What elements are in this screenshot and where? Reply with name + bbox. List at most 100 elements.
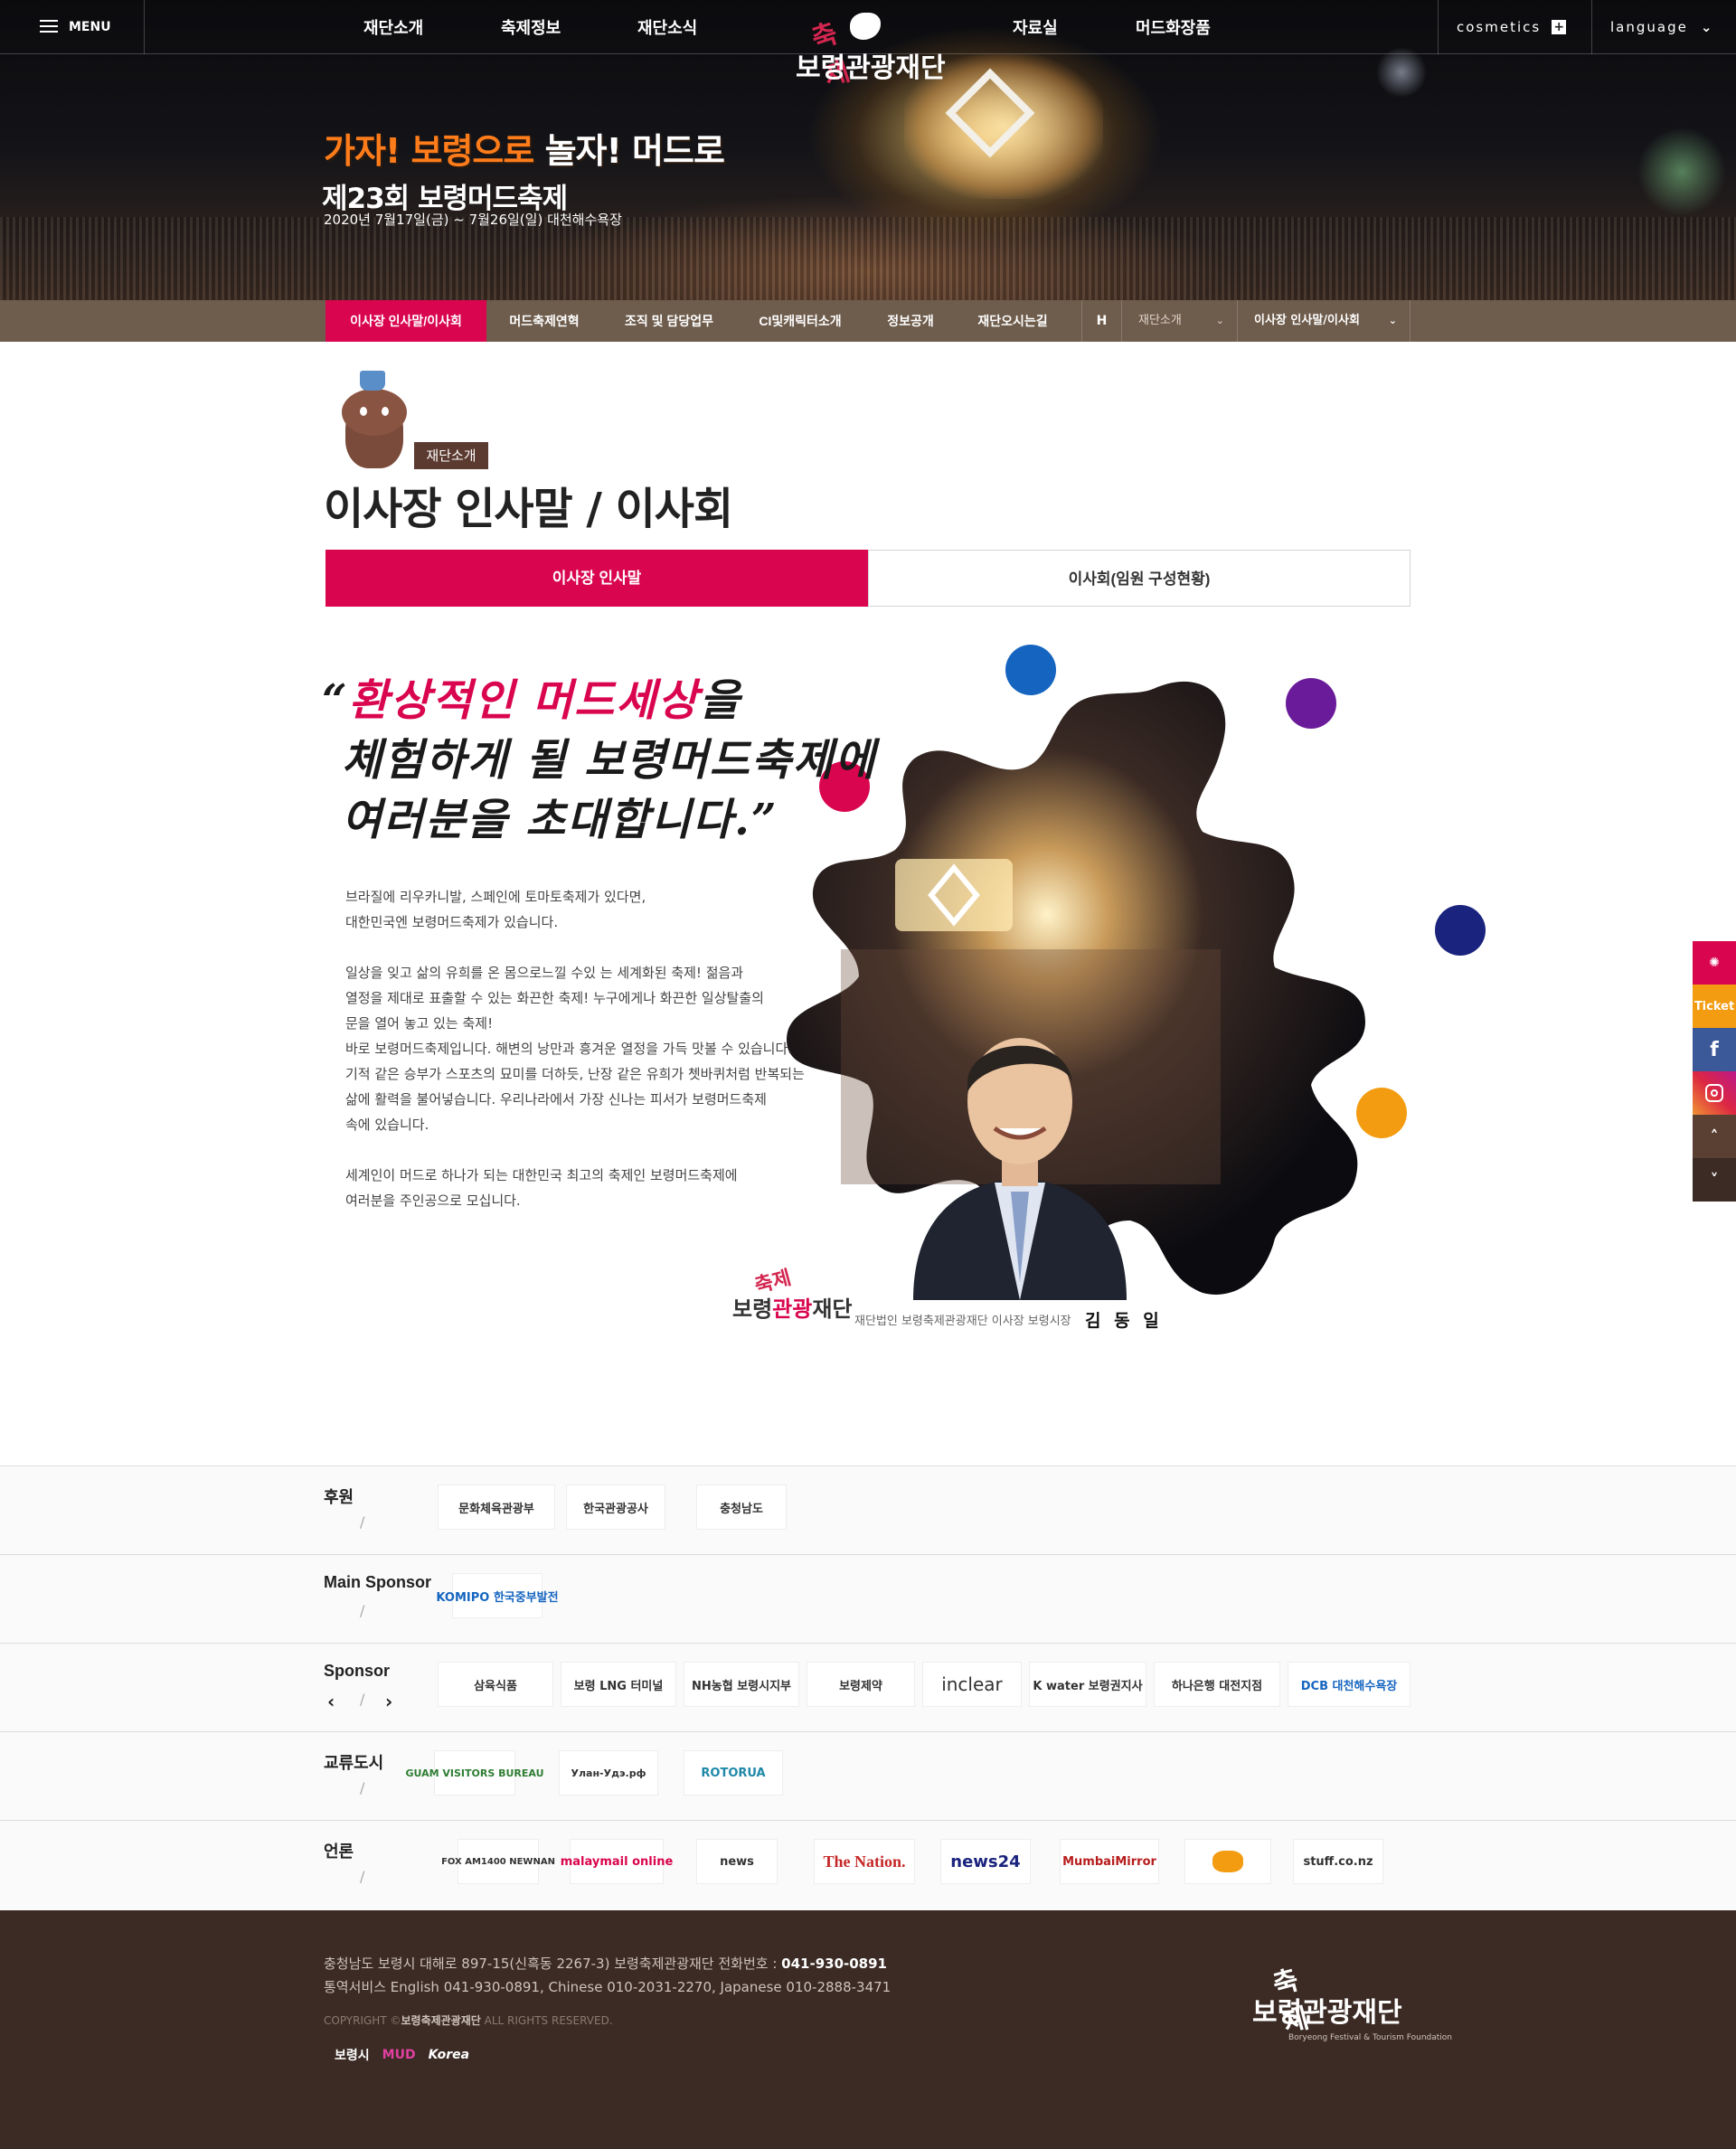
slogan-part-a: 가자! 보령으로: [324, 131, 545, 171]
sign-logo-b: 관광: [772, 1296, 813, 1322]
subnav-item-ci[interactable]: CI및캐릭터소개: [736, 300, 864, 342]
footer-partner-logos: 보령시 MUD Korea: [335, 2046, 469, 2064]
sponsor-logo[interactable]: MumbaiMirror: [1060, 1839, 1159, 1884]
menu-button[interactable]: MENU: [0, 0, 145, 54]
quote-line1-rest: 을: [699, 675, 741, 726]
footer-address-text: 충청남도 보령시 대해로 897-15(신흑동 2267-3) 보령축제관광재단…: [324, 1956, 782, 1972]
sponsor-logo[interactable]: K water 보령권지사: [1029, 1662, 1146, 1707]
sponsor-logo[interactable]: The Nation.: [814, 1839, 915, 1884]
row-divider: /: [360, 1779, 365, 1796]
quote-line3: 여러분을 초대합니다.: [342, 795, 751, 845]
sponsor-row-label: Main Sponsor: [324, 1573, 432, 1591]
hero-festival-date: 2020년 7월17일(금) ~ 7월26일(일) 대천해수욕장: [324, 212, 622, 228]
footer-address: 충청남도 보령시 대해로 897-15(신흑동 2267-3) 보령축제관광재단…: [324, 1952, 891, 1999]
copy-c: ALL RIGHTS RESERVED.: [480, 2014, 613, 2027]
subnav-item-greeting[interactable]: 이사장 인사말/이사회: [326, 300, 486, 342]
breadcrumb-depth2-label: 이사장 인사말/이사회: [1254, 314, 1360, 327]
breadcrumb-depth1[interactable]: 재단소개 ⌄: [1121, 300, 1237, 342]
footer-phone: 041-930-0891: [781, 1956, 887, 1972]
plus-icon: +: [1552, 20, 1567, 34]
letter-paragraph: 브라질에 리우카니발, 스페인에 토마토축제가 있다면, 대한민국엔 보령머드축…: [345, 889, 646, 930]
sponsor-row-main: Main Sponsor / KOMIPO 한국중부발전: [0, 1554, 1736, 1643]
home-icon[interactable]: H: [1081, 300, 1121, 342]
sponsor-logo[interactable]: 충청남도: [696, 1485, 787, 1530]
greeting-quote: “환상적인 머드세상을 체험하게 될 보령머드축제에 여러분을 초대합니다.”: [322, 671, 876, 850]
sponsor-logo[interactable]: malaymail online: [561, 1839, 673, 1884]
sponsor-logo[interactable]: [1184, 1839, 1271, 1884]
breadcrumb-depth2[interactable]: 이사장 인사말/이사회 ⌄: [1237, 300, 1410, 342]
sponsor-logo[interactable]: stuff.co.nz: [1293, 1839, 1383, 1884]
sign-logo-a: 보령: [732, 1296, 773, 1322]
scroll-up-button[interactable]: ˄: [1693, 1115, 1736, 1158]
sponsor-logo[interactable]: FOX AM1400 NEWNAN: [441, 1839, 555, 1884]
tab-board[interactable]: 이사회(임원 구성현황): [868, 550, 1410, 607]
sponsor-logo[interactable]: ROTORUA: [684, 1750, 783, 1796]
sponsor-prev-button[interactable]: ‹: [327, 1691, 335, 1712]
copy-b: 보령축제관광재단: [401, 2014, 481, 2027]
sub-navigation: 이사장 인사말/이사회 머드축제연혁 조직 및 담당업무 CI및캐릭터소개 정보…: [0, 300, 1736, 342]
footer-interpret: 통역서비스 English 041-930-0891, Chinese 010-…: [324, 1979, 892, 1995]
page-title: 이사장 인사말 / 이사회: [324, 484, 733, 534]
quote-open: “: [322, 675, 349, 726]
sponsor-row-label: 교류도시: [324, 1754, 384, 1772]
hero-slogan: 가자! 보령으로 놀자! 머드로: [324, 123, 725, 173]
quote-line2: 체험하게 될 보령머드축제에: [342, 735, 877, 786]
sponsor-logo[interactable]: 보령제약: [807, 1662, 915, 1707]
quote-emphasis: 환상적인 머드세상: [348, 675, 700, 726]
chairman-photo: [913, 1038, 1127, 1300]
ticket-button[interactable]: Ticket: [1693, 985, 1736, 1028]
sponsor-logo[interactable]: GUAM VISITORS BUREAU: [405, 1750, 544, 1796]
sponsor-next-button[interactable]: ›: [385, 1691, 392, 1712]
language-select[interactable]: language ⌄: [1591, 0, 1736, 54]
gnav-archive[interactable]: 자료실: [1013, 15, 1058, 39]
subnav-item-disclosure[interactable]: 정보공개: [864, 300, 957, 342]
sponsor-row-label: Sponsor: [324, 1662, 391, 1680]
gnav-cosmetics[interactable]: 머드화장품: [1136, 15, 1211, 39]
sponsor-row-media: 언론 / FOX AM1400 NEWNAN malaymail online …: [0, 1820, 1736, 1910]
sponsor-logo[interactable]: Улан-Удэ.рф: [559, 1750, 658, 1796]
sponsor-logo[interactable]: NH농협 보령시지부: [684, 1662, 799, 1707]
sponsor-logo[interactable]: news: [696, 1839, 778, 1884]
footer-copyright: COPYRIGHT ©보령축제관광재단 ALL RIGHTS RESERVED.: [324, 2012, 613, 2028]
footer-logo-bottom: 보령관광재단: [1252, 1997, 1402, 2029]
media-mascot-icon: [1212, 1851, 1243, 1872]
mud-logo[interactable]: MUD: [382, 2048, 416, 2062]
sponsor-logo[interactable]: DCB 대천해수욕장: [1288, 1662, 1410, 1707]
sponsor-logo[interactable]: 하나은행 대전지점: [1154, 1662, 1280, 1707]
subnav-item-history[interactable]: 머드축제연혁: [486, 300, 602, 342]
tab-greeting[interactable]: 이사장 인사말: [326, 550, 868, 607]
row-divider: /: [360, 1602, 365, 1619]
sponsor-row-sister-cities: 교류도시 / GUAM VISITORS BUREAU Улан-Удэ.рф …: [0, 1731, 1736, 1820]
subnav-item-directions[interactable]: 재단오시는길: [957, 300, 1069, 342]
gnav-news[interactable]: 재단소식: [637, 15, 697, 39]
sponsor-logo[interactable]: KOMIPO 한국중부발전: [436, 1573, 559, 1618]
facebook-icon[interactable]: f: [1693, 1028, 1736, 1071]
instagram-icon[interactable]: [1693, 1071, 1736, 1115]
chevron-down-icon: ⌄: [1388, 315, 1397, 326]
sponsor-logo[interactable]: news24: [940, 1839, 1031, 1884]
subnav-item-organization[interactable]: 조직 및 담당업무: [602, 300, 736, 342]
mud-splat-icon[interactable]: ✺: [1693, 941, 1736, 985]
chevron-down-icon: ⌄: [1700, 19, 1714, 35]
decor-dot-navy: [1435, 905, 1486, 956]
copy-a: COPYRIGHT ©: [324, 2014, 401, 2027]
row-divider: /: [360, 1691, 365, 1708]
boryeong-city-logo[interactable]: 보령시: [335, 2046, 370, 2064]
footer-logo-en: Boryeong Festival & Tourism Foundation: [1288, 2033, 1452, 2042]
letter-paragraph: 일상을 잊고 삶의 유희를 온 몸으로느낄 수있 는 세계화된 축제! 젊음과 …: [345, 965, 805, 1133]
scroll-down-button[interactable]: ˅: [1693, 1158, 1736, 1202]
sponsor-row-label: 후원: [324, 1488, 354, 1506]
row-divider: /: [360, 1513, 365, 1531]
sponsor-logo[interactable]: 한국관광공사: [566, 1485, 665, 1530]
sponsor-logo[interactable]: 문화체육관광부: [438, 1485, 555, 1530]
sponsor-logo[interactable]: 삼육식품: [438, 1662, 553, 1707]
hero-banner: MENU 재단소개 축제정보 재단소식 자료실 머드화장품 cosmetics …: [0, 0, 1736, 300]
sponsor-logo[interactable]: 보령 LNG 터미널: [561, 1662, 676, 1707]
cosmetics-link[interactable]: cosmetics +: [1438, 0, 1582, 54]
gnav-foundation[interactable]: 재단소개: [363, 15, 423, 39]
gnav-festival[interactable]: 축제정보: [501, 15, 561, 39]
sign-logo-c: 재단: [812, 1296, 853, 1322]
imagine-korea-logo[interactable]: Korea: [429, 2048, 470, 2062]
sponsor-logo[interactable]: inclear: [922, 1662, 1022, 1707]
signature-logo: 축제 보령관광재단: [732, 1266, 859, 1338]
